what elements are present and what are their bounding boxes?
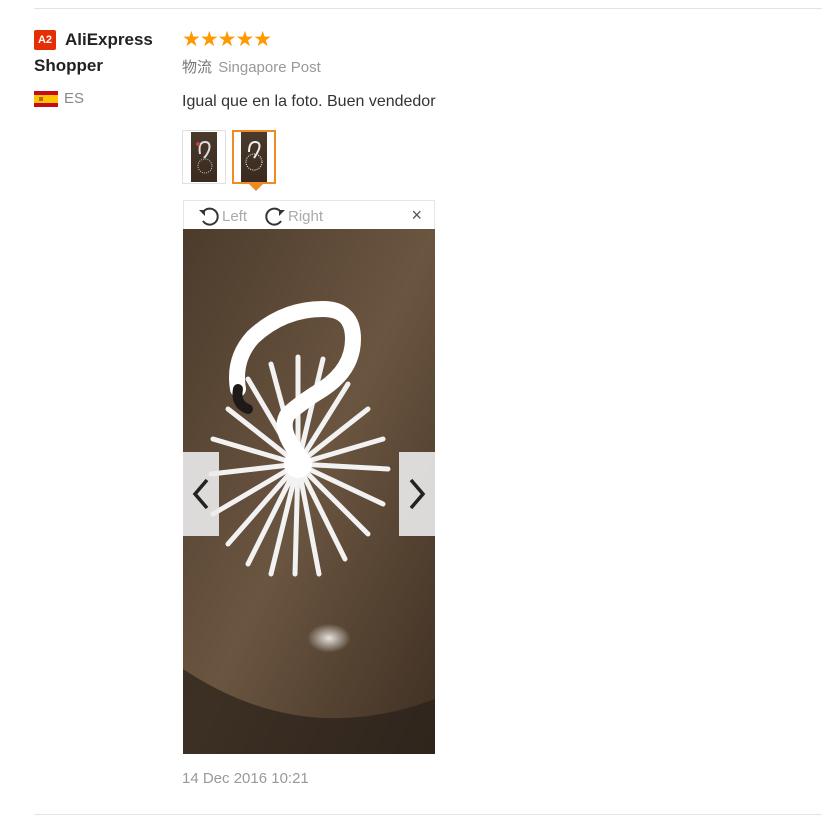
review-date: 14 Dec 2016 10:21 <box>182 770 309 787</box>
rotate-right-button[interactable]: Right <box>262 204 323 228</box>
photo-thumbnail-image <box>191 132 217 182</box>
rotate-right-icon <box>265 207 285 226</box>
reviewer-name: AliExpress <box>65 30 153 49</box>
reviewer-name-line2: Shopper <box>34 56 103 75</box>
review-thumbnail-active[interactable] <box>232 130 276 191</box>
close-icon[interactable]: × <box>411 205 422 226</box>
shipping-method: Singapore Post <box>218 59 321 76</box>
rotate-left-icon <box>199 207 219 226</box>
rotate-left-label: Left <box>222 207 248 225</box>
review-comment: Igual que en la foto. Buen vendedor <box>182 93 436 110</box>
rotate-right-label: Right <box>288 207 324 225</box>
chevron-left-icon <box>192 478 209 510</box>
spain-flag-icon <box>34 90 58 107</box>
rotate-left-button[interactable]: Left <box>196 204 247 228</box>
reviewer-country: ES <box>34 90 169 107</box>
country-code: ES <box>64 90 85 107</box>
review-thumbnails <box>182 130 282 191</box>
review-body: ★★★★★ 物流 Singapore Post Igual que en la … <box>182 27 802 191</box>
tie-rack-photo-image <box>183 229 435 754</box>
next-photo-button[interactable] <box>399 452 435 536</box>
reviewer-info: A2 AliExpress Shopper ES <box>34 28 169 107</box>
review-photo <box>183 229 435 754</box>
bottom-divider <box>34 814 822 815</box>
star-rating: ★★★★★ <box>182 27 272 51</box>
photo-viewer: Left Right × <box>183 200 435 755</box>
previous-photo-button[interactable] <box>183 452 219 536</box>
top-divider <box>34 8 822 9</box>
shipping-label: 物流 <box>182 59 213 76</box>
photo-thumbnail-image <box>241 132 267 182</box>
chevron-right-icon <box>409 478 426 510</box>
review-thumbnail[interactable] <box>182 130 226 184</box>
shipping-info: 物流 Singapore Post <box>182 58 802 78</box>
buyer-level-badge: A2 <box>34 30 56 50</box>
viewer-toolbar: Left Right × <box>183 200 435 229</box>
